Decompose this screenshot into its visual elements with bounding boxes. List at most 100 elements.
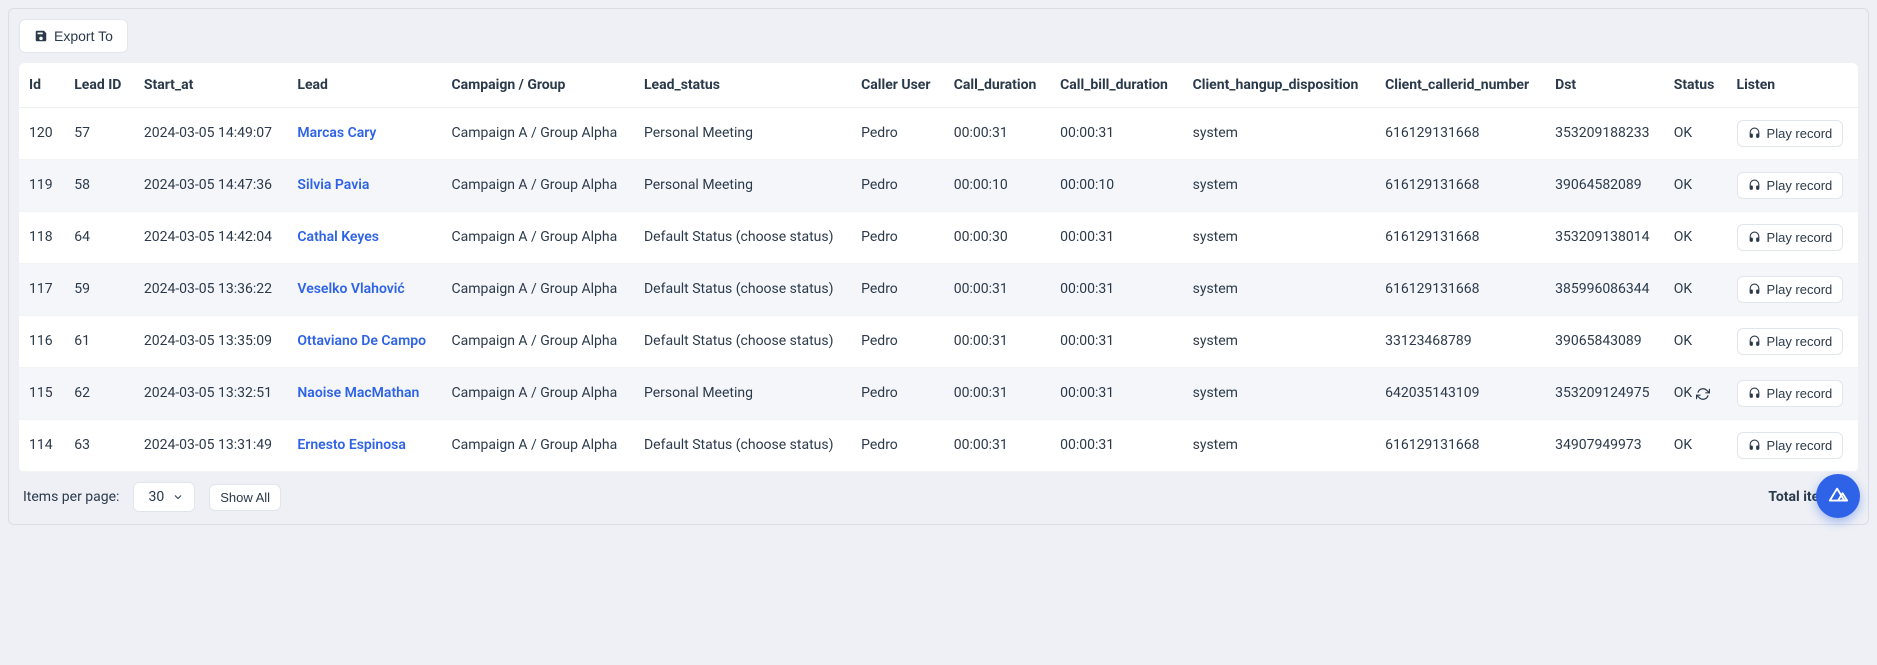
cell-lead-status: Personal Meeting — [634, 160, 851, 212]
column-header[interactable]: Lead ID — [64, 63, 134, 108]
cell-id: 115 — [19, 368, 64, 420]
cell-dst: 353209124975 — [1545, 368, 1664, 420]
cell-hangup: system — [1183, 264, 1376, 316]
lead-link[interactable]: Veselko Vlahović — [297, 281, 404, 297]
cell-campaign: Campaign A / Group Alpha — [441, 316, 634, 368]
status-text: OK — [1674, 125, 1692, 141]
column-header[interactable]: Lead_status — [634, 63, 851, 108]
cell-caller: Pedro — [851, 316, 944, 368]
cell-start-at: 2024-03-05 14:42:04 — [134, 212, 288, 264]
cell-lead-status: Default Status (choose status) — [634, 212, 851, 264]
play-record-label: Play record — [1767, 438, 1833, 453]
cell-lead: Veselko Vlahović — [287, 264, 441, 316]
headphones-icon — [1748, 439, 1761, 452]
cell-lead-status: Personal Meeting — [634, 368, 851, 420]
column-header[interactable]: Lead — [287, 63, 441, 108]
column-header[interactable]: Listen — [1727, 63, 1858, 108]
page-container: Export To IdLead IDStart_atLeadCampaign … — [8, 8, 1869, 525]
play-record-label: Play record — [1767, 126, 1833, 141]
cell-lead: Ernesto Espinosa — [287, 420, 441, 472]
cell-call-duration: 00:00:31 — [944, 420, 1050, 472]
column-header[interactable]: Campaign / Group — [441, 63, 634, 108]
column-header[interactable]: Client_callerid_number — [1375, 63, 1545, 108]
play-record-button[interactable]: Play record — [1737, 120, 1844, 147]
play-record-button[interactable]: Play record — [1737, 276, 1844, 303]
table-row: 114632024-03-05 13:31:49Ernesto Espinosa… — [19, 420, 1858, 472]
cell-id: 114 — [19, 420, 64, 472]
cell-dst: 34907949973 — [1545, 420, 1664, 472]
cell-hangup: system — [1183, 160, 1376, 212]
cell-lead-id: 64 — [64, 212, 134, 264]
cell-lead-id: 57 — [64, 108, 134, 160]
cell-lead-status: Personal Meeting — [634, 108, 851, 160]
cell-caller: Pedro — [851, 368, 944, 420]
cell-campaign: Campaign A / Group Alpha — [441, 420, 634, 472]
items-per-page-label: Items per page: — [23, 489, 119, 505]
lead-link[interactable]: Marcas Cary — [297, 125, 376, 141]
show-all-button[interactable]: Show All — [209, 484, 281, 511]
lead-link[interactable]: Ottaviano De Campo — [297, 333, 426, 349]
status-text: OK — [1674, 177, 1692, 193]
refresh-icon[interactable] — [1696, 387, 1710, 401]
cell-listen: Play record — [1727, 212, 1858, 264]
play-record-label: Play record — [1767, 334, 1833, 349]
cell-lead-status: Default Status (choose status) — [634, 420, 851, 472]
items-per-page-value: 30 — [148, 489, 164, 505]
triangle-icon — [1827, 485, 1849, 507]
column-header[interactable]: Call_bill_duration — [1050, 63, 1183, 108]
play-record-button[interactable]: Play record — [1737, 172, 1844, 199]
table-row: 118642024-03-05 14:42:04Cathal KeyesCamp… — [19, 212, 1858, 264]
status-text: OK — [1674, 281, 1692, 297]
cell-status: OK — [1664, 420, 1727, 472]
column-header[interactable]: Dst — [1545, 63, 1664, 108]
fab-button[interactable] — [1816, 474, 1860, 518]
lead-link[interactable]: Silvia Pavia — [297, 177, 369, 193]
cell-lead-id: 61 — [64, 316, 134, 368]
cell-caller: Pedro — [851, 160, 944, 212]
cell-call-bill-duration: 00:00:10 — [1050, 160, 1183, 212]
cell-call-bill-duration: 00:00:31 — [1050, 264, 1183, 316]
column-header[interactable]: Start_at — [134, 63, 288, 108]
lead-link[interactable]: Ernesto Espinosa — [297, 437, 406, 453]
cell-lead: Naoise MacMathan — [287, 368, 441, 420]
table-row: 116612024-03-05 13:35:09Ottaviano De Cam… — [19, 316, 1858, 368]
cell-lead-id: 58 — [64, 160, 134, 212]
column-header[interactable]: Client_hangup_disposition — [1183, 63, 1376, 108]
status-text: OK — [1674, 229, 1692, 245]
play-record-button[interactable]: Play record — [1737, 224, 1844, 251]
column-header[interactable]: Caller User — [851, 63, 944, 108]
cell-lead-status: Default Status (choose status) — [634, 316, 851, 368]
items-per-page-select[interactable]: 30 — [133, 482, 195, 512]
lead-link[interactable]: Naoise MacMathan — [297, 385, 419, 401]
play-record-label: Play record — [1767, 178, 1833, 193]
cell-dst: 353209188233 — [1545, 108, 1664, 160]
cell-caller: Pedro — [851, 212, 944, 264]
cell-caller: Pedro — [851, 420, 944, 472]
cell-call-duration: 00:00:31 — [944, 368, 1050, 420]
status-text: OK — [1674, 437, 1692, 453]
column-header[interactable]: Call_duration — [944, 63, 1050, 108]
cell-callerid: 33123468789 — [1375, 316, 1545, 368]
export-button-label: Export To — [54, 28, 113, 44]
export-button[interactable]: Export To — [19, 19, 128, 53]
lead-link[interactable]: Cathal Keyes — [297, 229, 379, 245]
play-record-button[interactable]: Play record — [1737, 432, 1844, 459]
headphones-icon — [1748, 179, 1761, 192]
cell-start-at: 2024-03-05 13:31:49 — [134, 420, 288, 472]
table-row: 117592024-03-05 13:36:22Veselko Vlahović… — [19, 264, 1858, 316]
column-header[interactable]: Status — [1664, 63, 1727, 108]
chevron-down-icon — [172, 491, 184, 503]
play-record-button[interactable]: Play record — [1737, 328, 1844, 355]
play-record-button[interactable]: Play record — [1737, 380, 1844, 407]
play-record-label: Play record — [1767, 386, 1833, 401]
cell-listen: Play record — [1727, 420, 1858, 472]
cell-campaign: Campaign A / Group Alpha — [441, 160, 634, 212]
cell-call-bill-duration: 00:00:31 — [1050, 368, 1183, 420]
cell-status: OK — [1664, 160, 1727, 212]
column-header[interactable]: Id — [19, 63, 64, 108]
cell-call-bill-duration: 00:00:31 — [1050, 420, 1183, 472]
cell-dst: 353209138014 — [1545, 212, 1664, 264]
table-row: 115622024-03-05 13:32:51Naoise MacMathan… — [19, 368, 1858, 420]
headphones-icon — [1748, 231, 1761, 244]
cell-campaign: Campaign A / Group Alpha — [441, 108, 634, 160]
